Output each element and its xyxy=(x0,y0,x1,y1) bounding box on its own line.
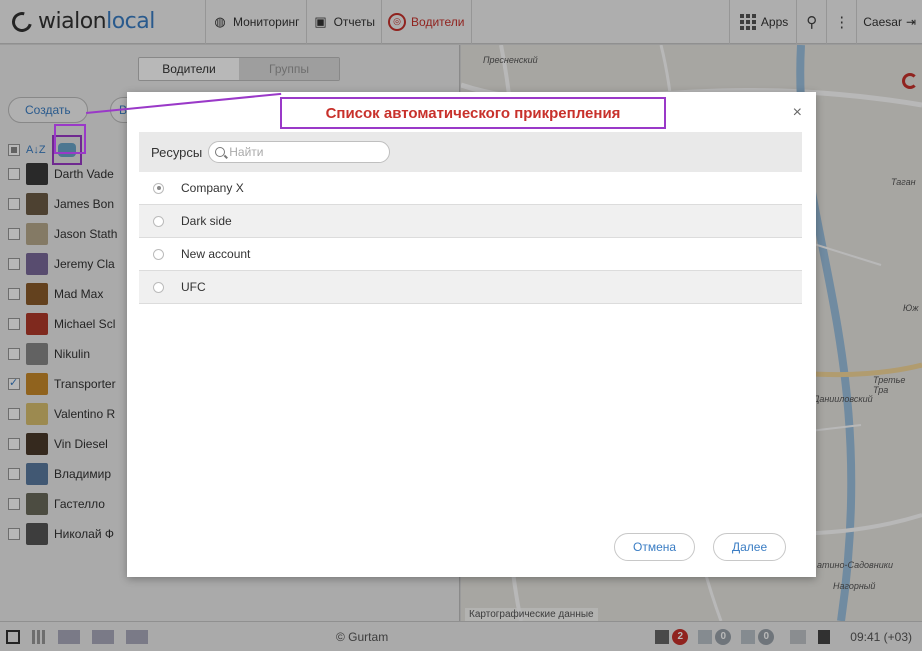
search-input[interactable] xyxy=(229,145,380,159)
callout-label: Список автоматического прикрепления xyxy=(280,97,666,129)
next-button[interactable]: Далее xyxy=(713,533,787,561)
resource-row[interactable]: Company X xyxy=(139,172,802,205)
close-icon[interactable]: × xyxy=(793,104,802,122)
search-icon xyxy=(215,147,226,157)
search-field[interactable] xyxy=(208,141,391,163)
resources-label: Ресурсы xyxy=(151,144,203,160)
resource-name: New account xyxy=(181,247,251,261)
resources-list: Company X Dark side New account UFC xyxy=(139,172,802,304)
resource-name: Company X xyxy=(181,181,244,195)
resource-row[interactable]: Dark side xyxy=(139,205,802,238)
resource-row[interactable]: UFC xyxy=(139,271,802,304)
resource-radio[interactable] xyxy=(153,182,164,194)
callout-highlight xyxy=(54,124,86,154)
resource-row[interactable]: New account xyxy=(139,238,802,271)
cancel-button[interactable]: Отмена xyxy=(614,533,696,561)
resource-name: Dark side xyxy=(181,214,232,228)
resource-radio[interactable] xyxy=(153,215,164,227)
resources-header: Ресурсы xyxy=(139,132,802,172)
resource-radio[interactable] xyxy=(153,281,164,293)
autoattach-dialog: × Ресурсы Company X Dark side New account U… xyxy=(127,92,816,577)
resource-name: UFC xyxy=(181,280,206,294)
resource-radio[interactable] xyxy=(153,248,164,260)
